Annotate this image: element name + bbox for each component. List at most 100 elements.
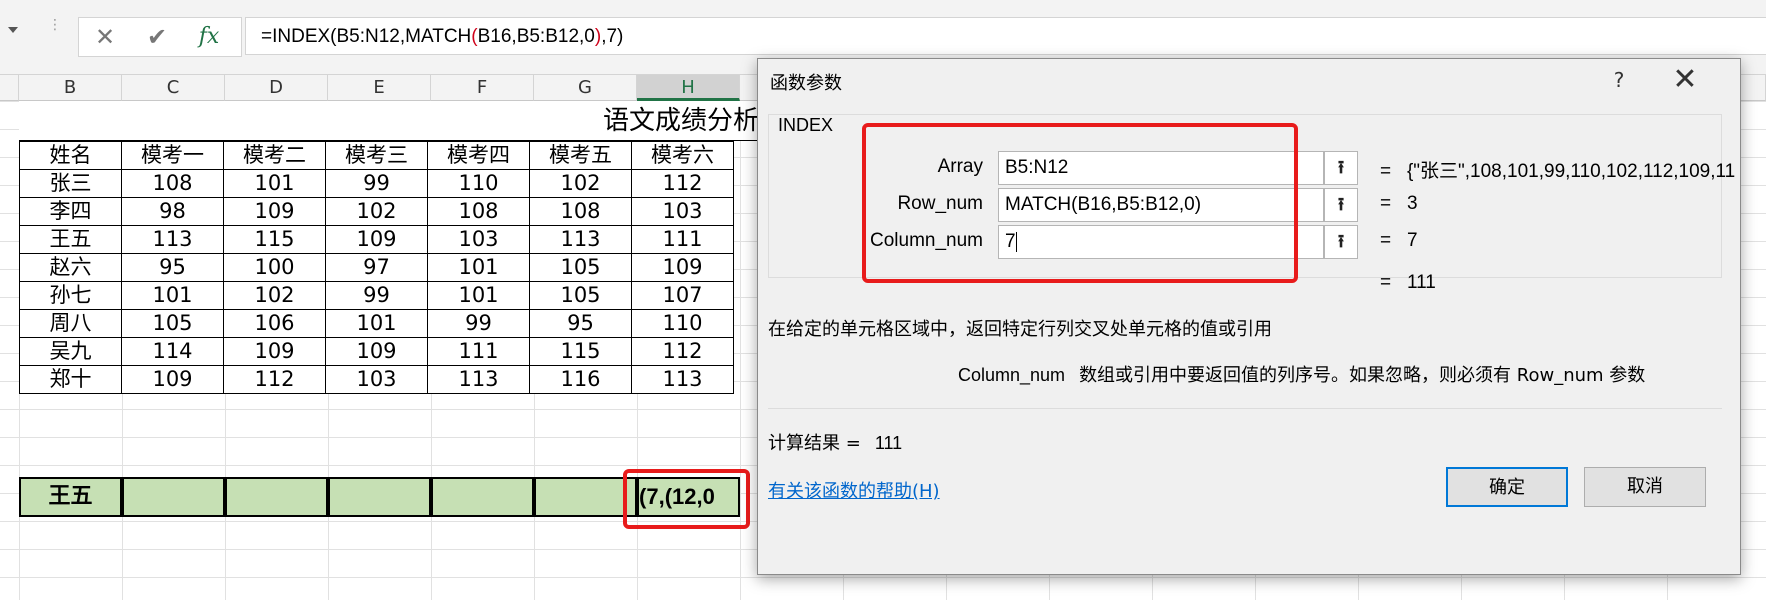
table-cell[interactable]: 99 — [325, 169, 428, 198]
lookup-empty-cell[interactable] — [225, 477, 328, 517]
close-icon[interactable]: ✕ — [1662, 63, 1708, 97]
table-header-cell[interactable]: 姓名 — [19, 141, 122, 170]
table-cell[interactable]: 102 — [325, 197, 428, 226]
table-header-cell[interactable]: 模考三 — [325, 141, 428, 170]
table-cell[interactable]: 109 — [223, 337, 326, 366]
dialog-title: 函数参数 — [770, 73, 842, 94]
table-cell[interactable]: 105 — [121, 309, 224, 338]
table-cell[interactable]: 99 — [325, 281, 428, 310]
ok-button[interactable]: 确定 — [1446, 467, 1568, 507]
table-cell[interactable]: 99 — [427, 309, 530, 338]
table-cell[interactable]: 102 — [529, 169, 632, 198]
table-cell[interactable]: 111 — [427, 337, 530, 366]
formula-part: ,7) — [601, 26, 624, 47]
table-cell[interactable]: 112 — [631, 337, 734, 366]
table-cell[interactable]: 115 — [529, 337, 632, 366]
sheet-title[interactable]: 语文成绩分析 — [19, 101, 759, 141]
drag-handle-icon[interactable]: ⋮ — [48, 18, 62, 44]
table-cell[interactable]: 103 — [325, 365, 428, 394]
table-header-cell[interactable]: 模考五 — [529, 141, 632, 170]
table-cell[interactable]: 105 — [529, 253, 632, 282]
table-cell[interactable]: 102 — [223, 281, 326, 310]
table-cell[interactable]: 101 — [121, 281, 224, 310]
table-header-cell[interactable]: 模考二 — [223, 141, 326, 170]
table-cell[interactable]: 105 — [529, 281, 632, 310]
column-header-f[interactable]: F — [431, 75, 534, 101]
table-cell[interactable]: 101 — [223, 169, 326, 198]
lookup-empty-cell[interactable] — [534, 477, 637, 517]
grades-table: 姓名 模考一 模考二 模考三 模考四 模考五 模考六 张三 108 101 99 110… — [19, 141, 734, 394]
lookup-empty-cell[interactable] — [328, 477, 431, 517]
collapse-dialog-icon[interactable]: ⭱ — [1324, 225, 1358, 259]
table-cell[interactable]: 95 — [529, 309, 632, 338]
table-cell[interactable]: 103 — [631, 197, 734, 226]
column-header-h[interactable]: H — [637, 75, 740, 101]
collapse-dialog-icon[interactable]: ⭱ — [1324, 151, 1358, 185]
close-icon[interactable]: ✕ — [83, 18, 127, 56]
check-icon[interactable]: ✔ — [135, 18, 179, 56]
table-cell[interactable]: 95 — [121, 253, 224, 282]
table-cell[interactable]: 100 — [223, 253, 326, 282]
overall-result: = 111 — [1380, 272, 1436, 293]
table-cell[interactable]: 孙七 — [19, 281, 122, 310]
table-row: 王五 113 115 109 103 113 111 — [19, 225, 734, 254]
insert-function-button[interactable]: fx — [187, 18, 231, 56]
table-cell[interactable]: 113 — [121, 225, 224, 254]
collapse-dialog-icon[interactable]: ⭱ — [1324, 188, 1358, 222]
table-header-cell[interactable]: 模考六 — [631, 141, 734, 170]
table-cell[interactable]: 113 — [631, 365, 734, 394]
table-cell[interactable]: 101 — [427, 281, 530, 310]
formula-input[interactable]: =INDEX(B5:N12,MATCH(B16,B5:B12,0),7) — [245, 17, 1766, 55]
column-header-b[interactable]: B — [19, 75, 122, 101]
table-cell[interactable]: 108 — [529, 197, 632, 226]
table-cell[interactable]: 112 — [631, 169, 734, 198]
table-cell[interactable]: 张三 — [19, 169, 122, 198]
table-cell[interactable]: 109 — [325, 225, 428, 254]
table-cell[interactable]: 116 — [529, 365, 632, 394]
table-cell[interactable]: 107 — [631, 281, 734, 310]
table-cell[interactable]: 112 — [223, 365, 326, 394]
table-cell[interactable]: 109 — [121, 365, 224, 394]
column-header-a[interactable] — [0, 75, 19, 101]
column-header-g[interactable]: G — [534, 75, 637, 101]
table-cell[interactable]: 110 — [631, 309, 734, 338]
lookup-empty-cell[interactable] — [431, 477, 534, 517]
table-cell[interactable]: 111 — [631, 225, 734, 254]
table-cell[interactable]: 103 — [427, 225, 530, 254]
table-cell[interactable]: 115 — [223, 225, 326, 254]
name-box-dropdown-icon[interactable] — [8, 27, 18, 33]
function-help-link[interactable]: 有关该函数的帮助(H) — [768, 477, 940, 503]
table-cell[interactable]: 108 — [427, 197, 530, 226]
table-cell[interactable]: 郑十 — [19, 365, 122, 394]
table-cell[interactable]: 109 — [631, 253, 734, 282]
table-cell[interactable]: 101 — [427, 253, 530, 282]
column-header-c[interactable]: C — [122, 75, 225, 101]
table-cell[interactable]: 李四 — [19, 197, 122, 226]
table-cell[interactable]: 113 — [427, 365, 530, 394]
table-cell[interactable]: 吴九 — [19, 337, 122, 366]
table-cell[interactable]: 王五 — [19, 225, 122, 254]
column-header-d[interactable]: D — [225, 75, 328, 101]
lookup-empty-cell[interactable] — [122, 477, 225, 517]
help-icon[interactable]: ? — [1604, 65, 1634, 95]
table-cell[interactable]: 赵六 — [19, 253, 122, 282]
table-cell[interactable]: 98 — [121, 197, 224, 226]
table-cell[interactable]: 110 — [427, 169, 530, 198]
table-cell[interactable]: 109 — [223, 197, 326, 226]
table-cell[interactable]: 101 — [325, 309, 428, 338]
table-cell[interactable]: 106 — [223, 309, 326, 338]
table-cell[interactable]: 97 — [325, 253, 428, 282]
table-cell[interactable]: 113 — [529, 225, 632, 254]
arg-result-array: = {"张三",108,101,99,110,102,112,109,11 — [1380, 161, 1736, 182]
table-cell[interactable]: 108 — [121, 169, 224, 198]
column-header-e[interactable]: E — [328, 75, 431, 101]
lookup-name-cell[interactable]: 王五 — [19, 477, 122, 517]
table-header-cell[interactable]: 模考一 — [121, 141, 224, 170]
table-cell[interactable]: 114 — [121, 337, 224, 366]
table-header-cell[interactable]: 模考四 — [427, 141, 530, 170]
table-cell[interactable]: 109 — [325, 337, 428, 366]
table-cell[interactable]: 周八 — [19, 309, 122, 338]
argument-help-name: Column_num — [958, 365, 1066, 385]
argument-help: Column_num 数组或引用中要返回值的列序号。如果忽略，则必须有 Row_n… — [958, 361, 1645, 387]
cancel-button[interactable]: 取消 — [1584, 467, 1706, 507]
